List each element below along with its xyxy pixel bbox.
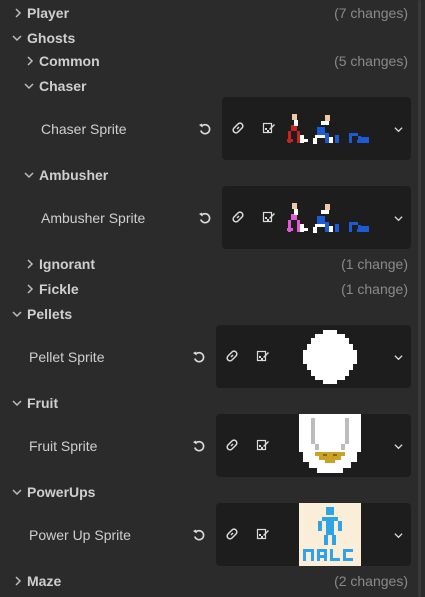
revert-icon[interactable] xyxy=(191,438,207,454)
chevron-down-icon[interactable] xyxy=(392,529,404,541)
chevron-down-icon[interactable] xyxy=(392,440,404,452)
subsection-label: Chaser xyxy=(39,78,87,94)
section-label: Pellets xyxy=(27,306,73,322)
subsection-label: Fickle xyxy=(39,281,79,297)
chevron-down-icon xyxy=(11,32,23,44)
revert-icon[interactable] xyxy=(191,349,207,365)
chevron-right-icon xyxy=(24,258,36,270)
power-up-sprite-preview xyxy=(299,503,361,566)
change-count: (7 changes) xyxy=(334,5,408,21)
subsection-fickle[interactable]: Fickle (1 change) xyxy=(0,279,413,299)
subsection-chaser[interactable]: Chaser xyxy=(0,76,413,96)
section-pellets[interactable]: Pellets xyxy=(0,304,413,324)
edit-sprite-icon[interactable] xyxy=(260,119,278,137)
chevron-right-icon xyxy=(12,575,24,587)
change-count: (1 change) xyxy=(341,281,408,297)
chevron-right-icon xyxy=(24,55,36,67)
scrollbar[interactable] xyxy=(418,0,421,597)
subsection-label: Common xyxy=(39,53,100,69)
chevron-down-icon[interactable] xyxy=(392,212,404,224)
edit-sprite-icon[interactable] xyxy=(254,525,272,543)
subsection-label: Ambusher xyxy=(39,167,109,183)
section-label: Player xyxy=(27,5,70,21)
edit-sprite-icon[interactable] xyxy=(254,347,272,365)
sprite-picker-chaser[interactable] xyxy=(222,97,411,160)
chevron-down-icon xyxy=(11,486,23,498)
chaser-sprite-preview xyxy=(287,114,369,144)
link-icon[interactable] xyxy=(223,347,241,365)
section-label: Maze xyxy=(27,573,62,589)
property-label-fruit-sprite: Fruit Sprite xyxy=(29,438,98,454)
chevron-down-icon xyxy=(11,397,23,409)
section-label: PowerUps xyxy=(27,484,96,500)
ambusher-sprite-preview xyxy=(287,203,369,233)
chevron-down-icon[interactable] xyxy=(392,123,404,135)
section-label: Fruit xyxy=(27,395,59,411)
subsection-label: Ignorant xyxy=(39,256,95,272)
section-ghosts[interactable]: Ghosts xyxy=(0,28,413,48)
change-count: (5 changes) xyxy=(334,53,408,69)
property-label-ambusher-sprite: Ambusher Sprite xyxy=(41,210,146,226)
property-label-chaser-sprite: Chaser Sprite xyxy=(41,121,127,137)
subsection-common[interactable]: Common (5 changes) xyxy=(0,51,413,71)
pellet-sprite-preview xyxy=(303,330,357,384)
change-count: (2 changes) xyxy=(334,573,408,589)
link-icon[interactable] xyxy=(229,119,247,137)
sprite-picker-fruit[interactable] xyxy=(216,414,411,477)
revert-icon[interactable] xyxy=(191,527,207,543)
fruit-sprite-preview xyxy=(299,414,361,473)
section-label: Ghosts xyxy=(27,30,76,46)
revert-icon[interactable] xyxy=(197,210,213,226)
section-powerups[interactable]: PowerUps xyxy=(0,482,413,502)
change-count: (1 change) xyxy=(341,256,408,272)
section-player[interactable]: Player (7 changes) xyxy=(0,3,413,23)
chevron-down-icon xyxy=(23,80,35,92)
subsection-ambusher[interactable]: Ambusher xyxy=(0,165,413,185)
section-maze[interactable]: Maze (2 changes) xyxy=(0,571,413,591)
section-fruit[interactable]: Fruit xyxy=(0,393,413,413)
sprite-picker-power-up[interactable] xyxy=(216,503,411,566)
link-icon[interactable] xyxy=(229,208,247,226)
chevron-down-icon[interactable] xyxy=(392,351,404,363)
property-label-pellet-sprite: Pellet Sprite xyxy=(29,349,105,365)
subsection-ignorant[interactable]: Ignorant (1 change) xyxy=(0,254,413,274)
property-label-power-up-sprite: Power Up Sprite xyxy=(29,527,131,543)
edit-sprite-icon[interactable] xyxy=(254,436,272,454)
edit-sprite-icon[interactable] xyxy=(260,208,278,226)
revert-icon[interactable] xyxy=(197,121,213,137)
link-icon[interactable] xyxy=(223,436,241,454)
sprite-picker-pellet[interactable] xyxy=(216,325,411,388)
sprite-picker-ambusher[interactable] xyxy=(222,186,411,249)
chevron-right-icon xyxy=(24,283,36,295)
chevron-right-icon xyxy=(12,7,24,19)
chevron-down-icon xyxy=(23,169,35,181)
link-icon[interactable] xyxy=(223,525,241,543)
chevron-down-icon xyxy=(11,308,23,320)
